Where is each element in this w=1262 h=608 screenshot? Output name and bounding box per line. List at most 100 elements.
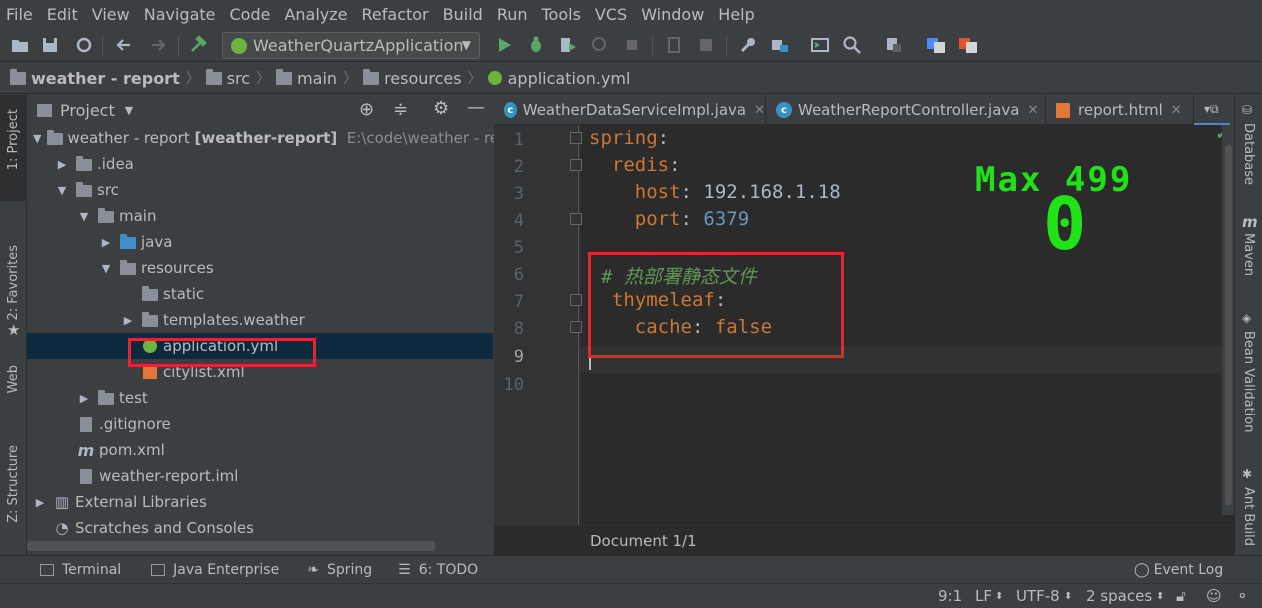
build-hammer-icon[interactable] (186, 33, 210, 57)
breadcrumb-item-main[interactable]: main 〉 (276, 68, 363, 88)
tree-item-main[interactable]: ▼ main (27, 203, 493, 229)
chevron-right-icon[interactable]: ▶ (77, 392, 91, 405)
tree-item-templates[interactable]: ▶ templates.weather (27, 307, 493, 333)
chevron-down-icon[interactable]: ▼ (99, 262, 113, 275)
close-icon[interactable]: ✕ (754, 103, 765, 118)
sync-icon[interactable] (72, 33, 96, 57)
chevron-down-icon[interactable]: ▼ (33, 132, 41, 145)
run-configuration-select[interactable]: WeatherQuartzApplication ▼ (222, 32, 480, 59)
menu-code[interactable]: Code (230, 5, 271, 24)
breadcrumb-item-src[interactable]: src 〉 (205, 68, 276, 88)
stop-icon[interactable] (620, 33, 644, 57)
profile-icon[interactable] (588, 33, 612, 57)
tool-window-database[interactable]: Database (1241, 123, 1256, 185)
chevron-down-icon[interactable]: ▼ (77, 210, 91, 223)
tool-window-terminal[interactable]: Terminal (40, 562, 121, 578)
menu-build[interactable]: Build (443, 5, 483, 24)
tree-item-src[interactable]: ▼ src (27, 177, 493, 203)
google-translate-icon[interactable] (924, 33, 948, 57)
search-icon[interactable] (840, 33, 864, 57)
menu-vcs[interactable]: VCS (595, 5, 627, 24)
open-folder-icon[interactable] (8, 33, 32, 57)
menu-edit[interactable]: Edit (47, 5, 78, 24)
tree-item-idea[interactable]: ▶ .idea (27, 151, 493, 177)
menu-run[interactable]: Run (497, 5, 528, 24)
translate-replace-icon[interactable] (956, 33, 980, 57)
sdk-icon[interactable] (694, 33, 718, 57)
tree-item-iml[interactable]: weather-report.iml (27, 463, 493, 489)
attach-device-icon[interactable] (662, 33, 686, 57)
breadcrumb-item-project[interactable]: weather - report 〉 (10, 68, 206, 88)
breadcrumb-item-file[interactable]: application.yml (487, 69, 630, 88)
notifications-icon[interactable]: ⚬ (1236, 587, 1249, 605)
tool-window-event-log[interactable]: ◯ Event Log (1134, 562, 1223, 578)
project-view-selector[interactable]: Project (60, 101, 115, 120)
tab-weather-report-controller[interactable]: c WeatherReportController.java ✕ (766, 95, 1046, 125)
tool-window-todo[interactable]: ☰ 6: TODO (398, 562, 478, 578)
fold-marker-icon[interactable] (570, 159, 582, 171)
fold-marker-icon[interactable] (570, 213, 582, 225)
fold-marker-icon[interactable] (570, 294, 582, 306)
tree-item-test[interactable]: ▶ test (27, 385, 493, 411)
cursor-position[interactable]: 9:1 (938, 587, 962, 605)
settings-wrench-icon[interactable] (736, 33, 760, 57)
hide-panel-icon[interactable]: — (467, 97, 485, 118)
tree-item-scratches[interactable]: ◔ Scratches and Consoles (27, 515, 493, 541)
tool-window-ant-build[interactable]: Ant Build (1241, 487, 1256, 546)
coverage-icon[interactable] (556, 33, 580, 57)
forward-arrow-icon[interactable] (146, 33, 170, 57)
file-encoding[interactable]: UTF-8 (1016, 587, 1060, 605)
menu-view[interactable]: View (92, 5, 130, 24)
menu-help[interactable]: Help (718, 5, 754, 24)
menu-analyze[interactable]: Analyze (284, 5, 347, 24)
locate-file-icon[interactable]: ⊕ (359, 99, 374, 120)
lock-icon[interactable]: 🔓︎ (1176, 587, 1186, 605)
chevron-down-icon[interactable]: ▼ (55, 184, 69, 197)
menu-tools[interactable]: Tools (542, 5, 581, 24)
tab-weather-data-service[interactable]: c WeatherDataServiceImpl.java ✕ (494, 95, 766, 125)
tree-item-external-libraries[interactable]: ▶ ▥ External Libraries (27, 489, 493, 515)
collapse-all-icon[interactable]: ≑ (393, 99, 408, 120)
tool-window-favorites[interactable]: 2: Favorites (6, 245, 21, 321)
tab-report-html[interactable]: report.html ✕ (1046, 95, 1194, 125)
save-icon[interactable] (38, 33, 62, 57)
editor-scrollbar[interactable] (1222, 125, 1234, 515)
run-icon[interactable] (492, 33, 516, 57)
tool-window-java-enterprise[interactable]: Java Enterprise (151, 562, 279, 578)
close-icon[interactable]: ✕ (1027, 103, 1038, 118)
tool-window-maven[interactable]: Maven (1241, 233, 1256, 276)
gear-icon[interactable]: ⚙ (433, 98, 449, 119)
line-separator[interactable]: LF (975, 587, 992, 605)
project-structure-icon[interactable] (768, 33, 792, 57)
indent-setting[interactable]: 2 spaces (1086, 587, 1152, 605)
scroll-thumb[interactable] (1225, 145, 1232, 505)
menu-refactor[interactable]: Refactor (362, 5, 429, 24)
tool-window-bean-validation[interactable]: Bean Validation (1241, 331, 1256, 432)
debug-bug-icon[interactable] (524, 33, 548, 57)
horizontal-scrollbar[interactable] (27, 541, 435, 551)
tab-overflow[interactable]: ▾⧉ (1194, 95, 1230, 125)
tree-item-pom-xml[interactable]: m pom.xml (27, 437, 493, 463)
back-arrow-icon[interactable] (112, 33, 136, 57)
inspector-icon[interactable]: ☺ (1206, 587, 1222, 605)
tool-window-web[interactable]: Web (6, 365, 21, 393)
chevron-down-icon[interactable]: ▼ (125, 104, 133, 117)
menu-window[interactable]: Window (641, 5, 704, 24)
fold-marker-icon[interactable] (570, 321, 582, 333)
close-icon[interactable]: ✕ (1171, 103, 1182, 118)
chevron-right-icon[interactable]: ▶ (33, 496, 47, 509)
tasks-icon[interactable] (882, 33, 906, 57)
tool-window-spring[interactable]: ❧ Spring (307, 562, 372, 578)
fold-marker-icon[interactable] (570, 132, 582, 144)
terminal-window-icon[interactable] (808, 33, 832, 57)
tree-item-resources[interactable]: ▼ resources (27, 255, 493, 281)
menu-file[interactable]: File (6, 5, 33, 24)
menu-navigate[interactable]: Navigate (144, 5, 216, 24)
chevron-right-icon[interactable]: ▶ (121, 314, 135, 327)
tree-item-gitignore[interactable]: .gitignore (27, 411, 493, 437)
chevron-right-icon[interactable]: ▶ (99, 236, 113, 249)
breadcrumb-item-resources[interactable]: resources 〉 (363, 68, 488, 88)
tool-window-project[interactable]: 1: Project (0, 95, 27, 201)
tree-item-static[interactable]: static (27, 281, 493, 307)
tree-item-project-root[interactable]: ▼ weather - report [weather-report] E:\c… (27, 125, 509, 151)
